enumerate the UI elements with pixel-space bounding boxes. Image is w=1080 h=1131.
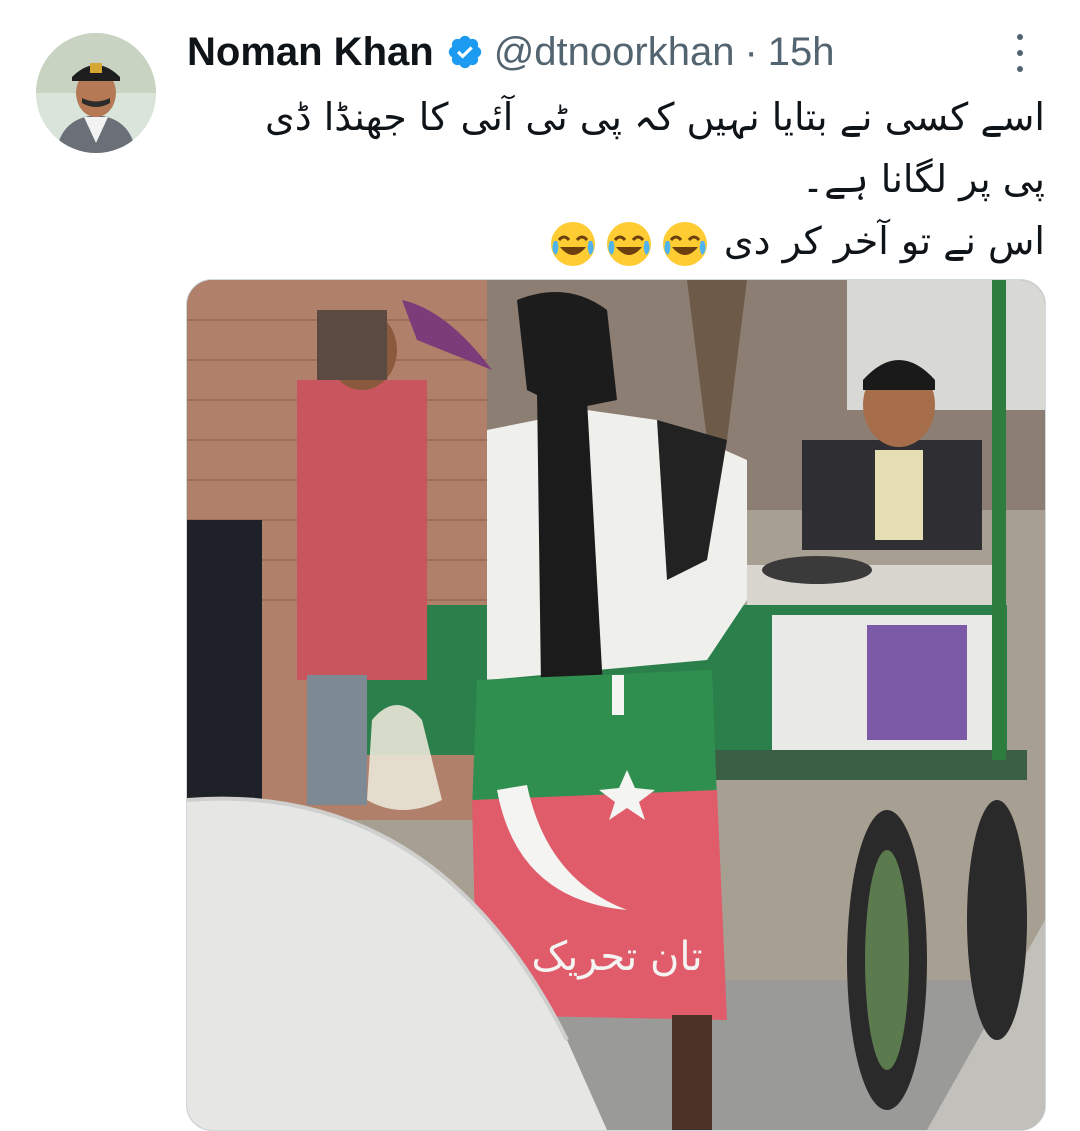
author-handle[interactable]: @dtnoorkhan <box>494 30 735 75</box>
emoji-group <box>548 219 710 269</box>
avatar-photo <box>36 33 156 153</box>
more-options-icon[interactable] <box>1004 28 1036 78</box>
flag-text: تان تحریک <box>531 934 702 980</box>
verified-badge-icon <box>446 33 484 71</box>
face-with-tears-of-joy-icon <box>604 219 654 269</box>
author-name[interactable]: Noman Khan <box>187 30 434 75</box>
tweet-media-photo[interactable]: تان تحریک <box>186 279 1046 1131</box>
timestamp[interactable]: 15h <box>768 30 835 75</box>
tweet-line: پی پر لگانا ہے۔ <box>801 157 1045 201</box>
face-with-tears-of-joy-icon <box>548 219 598 269</box>
tweet-text: اسے کسی نے بتایا نہیں کہ پی ٹی آئی کا جھ… <box>200 86 1045 272</box>
face-with-tears-of-joy-icon <box>660 219 710 269</box>
separator-dot: · <box>744 29 758 74</box>
street-photo: تان تحریک <box>187 280 1045 1130</box>
tweet-line: اس نے تو آخر کر دی <box>200 210 1045 272</box>
avatar[interactable] <box>36 33 156 153</box>
tweet-header: Noman Khan @dtnoorkhan · 15h <box>187 24 835 80</box>
tweet-line: اسے کسی نے بتایا نہیں کہ پی ٹی آئی کا جھ… <box>264 95 1045 139</box>
